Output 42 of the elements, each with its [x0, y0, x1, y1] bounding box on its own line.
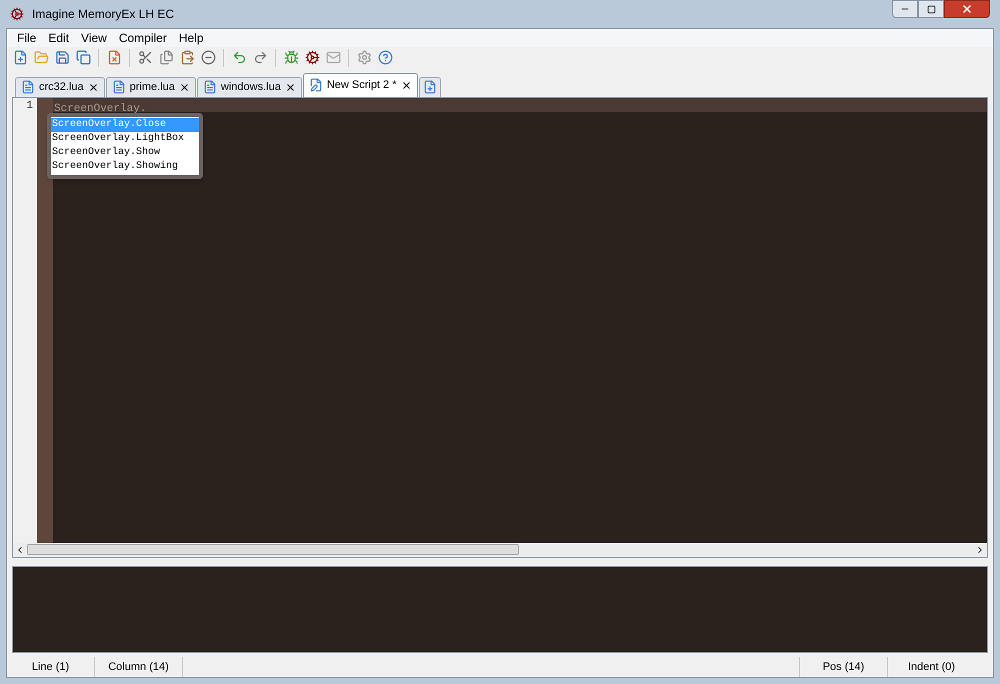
gear-icon[interactable]	[303, 48, 321, 67]
cut-icon[interactable]	[136, 48, 154, 67]
suggestion-item[interactable]: ScreenOverlay.Showing	[51, 160, 199, 174]
window-title: Imagine MemoryEx LH EC	[32, 6, 174, 23]
close-tab-icon[interactable]	[400, 80, 412, 91]
app-logo-icon	[10, 7, 24, 21]
status-field: Pos (14)	[799, 657, 887, 677]
status-field: Indent (0)	[887, 657, 975, 677]
help-icon[interactable]	[376, 48, 394, 67]
close-tab-icon[interactable]	[178, 82, 190, 93]
menu-item[interactable]: Compiler	[112, 29, 173, 47]
close-icon	[961, 3, 973, 15]
menu-item[interactable]: View	[75, 29, 113, 47]
maximize-icon	[926, 4, 936, 14]
close-button[interactable]	[944, 0, 990, 18]
file-icon	[112, 80, 126, 94]
suggestion-item[interactable]: ScreenOverlay.Show	[51, 146, 199, 160]
file-tab[interactable]: New Script 2 *	[302, 72, 418, 97]
close-tab-icon[interactable]	[88, 82, 99, 93]
maximize-button[interactable]	[918, 0, 944, 18]
scrollbar-thumb[interactable]	[27, 544, 519, 556]
settings-icon[interactable]	[355, 48, 373, 67]
file-tab[interactable]: crc32.lua	[15, 76, 105, 97]
delete-icon[interactable]	[199, 48, 217, 67]
file-icon	[202, 80, 217, 94]
menu-item[interactable]: Edit	[42, 29, 76, 47]
code-line: ScreenOverlay.	[54, 102, 146, 115]
file-tab[interactable]: windows.lua	[196, 76, 302, 97]
status-field: Column (14)	[95, 657, 183, 677]
menu-item[interactable]: File	[11, 29, 42, 47]
new-file-icon	[422, 80, 437, 94]
line-number: 1	[25, 98, 33, 112]
file-icon	[21, 80, 35, 94]
file-tab[interactable]: prime.lua	[106, 76, 196, 97]
horizontal-scrollbar[interactable]	[13, 542, 987, 557]
close-tab-icon[interactable]	[284, 82, 296, 93]
save-all-icon[interactable]	[74, 48, 92, 67]
suggestion-item[interactable]: ScreenOverlay.LightBox	[51, 132, 199, 146]
edited-file-icon	[308, 78, 323, 92]
menu-item[interactable]: Help	[172, 29, 210, 47]
new-tab-button[interactable]	[418, 76, 441, 97]
status-field: Line (1)	[7, 657, 95, 677]
